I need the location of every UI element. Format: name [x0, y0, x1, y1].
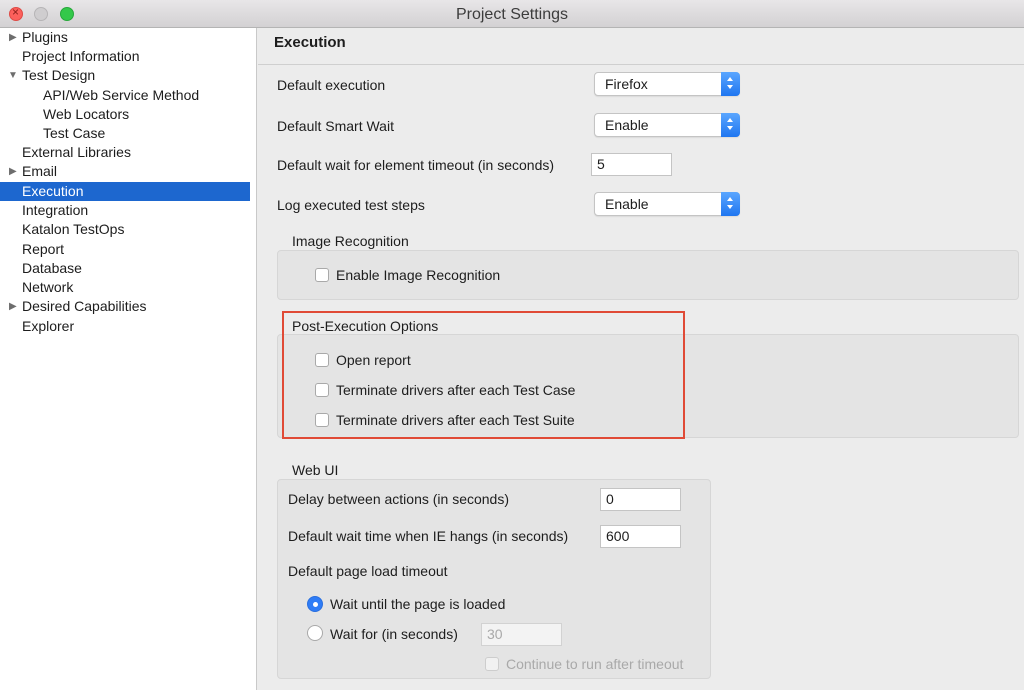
select-arrows-icon	[721, 192, 740, 216]
wait-until-loaded-radio[interactable]	[307, 596, 323, 612]
tree-item-report[interactable]: Report	[0, 240, 250, 259]
select-arrows-icon	[721, 113, 740, 137]
expand-arrow-icon[interactable]: ▶	[9, 162, 17, 181]
window-title: Project Settings	[455, 6, 569, 23]
wait-for-seconds-label: Wait for (in seconds)	[330, 626, 458, 642]
expand-arrow-icon[interactable]: ▶	[9, 297, 17, 316]
delay-between-actions-label: Delay between actions (in seconds)	[288, 491, 510, 507]
tree-item-label: Email	[22, 163, 58, 179]
tree-item-label: Database	[22, 260, 82, 276]
enable-image-recognition-checkbox[interactable]	[315, 268, 329, 282]
tree-item-label: API/Web Service Method	[43, 87, 200, 103]
tree-item-web-locators[interactable]: Web Locators	[0, 105, 250, 124]
tree-item-label: Explorer	[22, 318, 75, 334]
wait-until-loaded-label: Wait until the page is loaded	[330, 596, 506, 612]
default-smart-wait-label: Default Smart Wait	[277, 118, 394, 134]
default-execution-label: Default execution	[277, 77, 386, 93]
page-load-timeout-label: Default page load timeout	[288, 563, 448, 579]
tree-item-label: Test Case	[43, 125, 106, 141]
tree-item-external-libraries[interactable]: External Libraries	[0, 143, 250, 162]
log-executed-steps-label: Log executed test steps	[277, 197, 425, 213]
continue-after-timeout-label: Continue to run after timeout	[506, 656, 684, 672]
panel-header: Execution	[258, 28, 1024, 65]
tree-item-label: Integration	[22, 202, 89, 218]
tree-item-api-web-service-method[interactable]: API/Web Service Method	[0, 86, 250, 105]
select-value: Enable	[605, 117, 649, 133]
tree-item-label: External Libraries	[22, 144, 131, 160]
tree-item-email[interactable]: ▶ Email	[0, 162, 250, 181]
ie-hang-wait-label: Default wait time when IE hangs (in seco…	[288, 528, 569, 544]
tree-item-label: Network	[22, 279, 74, 295]
tree-item-label: Web Locators	[43, 106, 130, 122]
continue-after-timeout-checkbox[interactable]	[485, 657, 499, 671]
tree-item-explorer[interactable]: Explorer	[0, 317, 250, 336]
tree-item-database[interactable]: Database	[0, 259, 250, 278]
default-smart-wait-select[interactable]: Enable	[594, 113, 740, 137]
select-value: Firefox	[605, 76, 648, 92]
web-ui-group: Delay between actions (in seconds) 0 Def…	[277, 479, 711, 679]
tree-item-label: Test Design	[22, 67, 96, 83]
tree-item-plugins[interactable]: ▶ Plugins	[0, 28, 250, 47]
settings-tree: ▶ Plugins Project Information ▼ Test Des…	[0, 28, 257, 690]
select-value: Enable	[605, 196, 649, 212]
ie-hang-wait-input[interactable]: 600	[600, 525, 681, 548]
log-executed-steps-select[interactable]: Enable	[594, 192, 740, 216]
web-ui-group-title: Web UI	[292, 462, 339, 478]
tree-item-test-design[interactable]: ▼ Test Design	[0, 66, 250, 85]
page-title: Execution	[274, 34, 346, 51]
default-wait-timeout-label: Default wait for element timeout (in sec…	[277, 157, 555, 173]
tree-item-label: Execution	[22, 183, 84, 199]
select-arrows-icon	[721, 72, 740, 96]
title-bar: Project Settings	[0, 0, 1024, 28]
tree-item-integration[interactable]: Integration	[0, 201, 250, 220]
tree-item-project-information[interactable]: Project Information	[0, 47, 250, 66]
tree-item-label: Project Information	[22, 48, 140, 64]
expand-arrow-icon[interactable]: ▶	[9, 28, 17, 47]
post-execution-highlight-frame	[282, 311, 685, 439]
tree-item-label: Desired Capabilities	[22, 298, 147, 314]
tree-item-network[interactable]: Network	[0, 278, 250, 297]
tree-item-desired-capabilities[interactable]: ▶ Desired Capabilities	[0, 297, 250, 316]
default-wait-timeout-input[interactable]: 5	[591, 153, 672, 176]
tree-item-katalon-testops[interactable]: Katalon TestOps	[0, 220, 250, 239]
tree-item-test-case[interactable]: Test Case	[0, 124, 250, 143]
delay-between-actions-input[interactable]: 0	[600, 488, 681, 511]
collapse-arrow-icon[interactable]: ▼	[8, 66, 18, 85]
wait-for-seconds-radio[interactable]	[307, 625, 323, 641]
image-recognition-group: Enable Image Recognition	[277, 250, 1019, 300]
wait-for-seconds-input[interactable]: 30	[481, 623, 562, 646]
default-execution-select[interactable]: Firefox	[594, 72, 740, 96]
enable-image-recognition-label: Enable Image Recognition	[336, 267, 501, 283]
tree-item-label: Plugins	[22, 29, 68, 45]
tree-item-execution[interactable]: Execution	[0, 182, 250, 201]
tree-item-label: Report	[22, 241, 65, 257]
tree-item-label: Katalon TestOps	[22, 221, 125, 237]
image-recognition-group-title: Image Recognition	[292, 233, 409, 249]
